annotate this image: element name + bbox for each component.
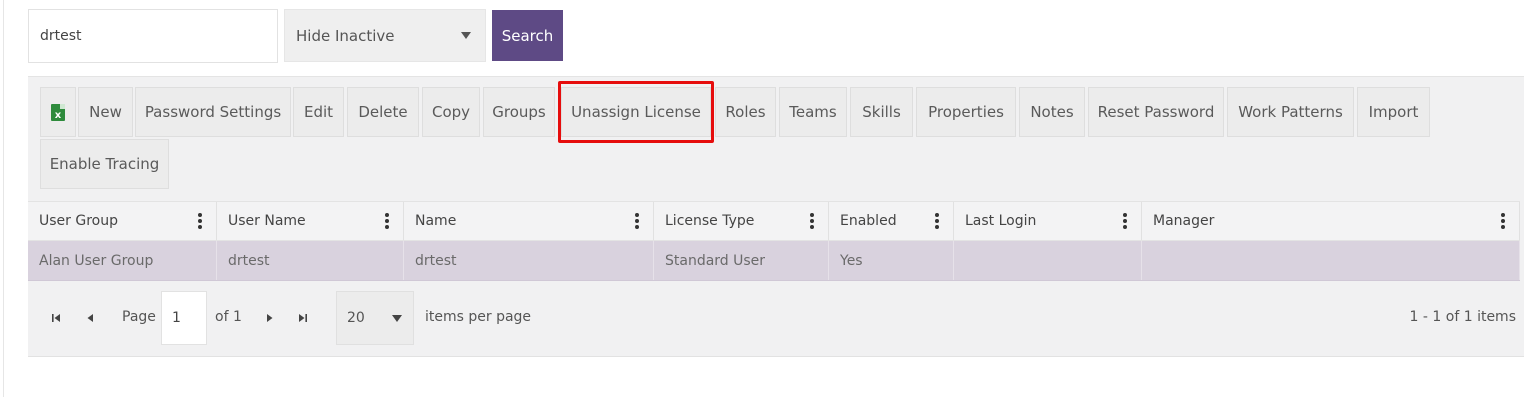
page-count-label: of 1	[215, 309, 242, 325]
edit-button[interactable]: Edit	[293, 87, 344, 137]
copy-button[interactable]: Copy	[422, 87, 480, 137]
column-title: Enabled	[840, 213, 897, 229]
search-button[interactable]: Search	[492, 10, 563, 61]
column-menu-icon[interactable]	[1501, 213, 1505, 229]
page-label: Page	[122, 309, 156, 325]
search-input[interactable]	[28, 9, 278, 63]
previous-page-icon[interactable]	[84, 312, 96, 324]
page-size-value: 20	[347, 310, 365, 326]
column-header-manager[interactable]: Manager	[1142, 202, 1520, 240]
cell-name: drtest	[404, 241, 654, 280]
left-border	[3, 0, 4, 397]
cell-manager	[1142, 241, 1520, 280]
column-menu-icon[interactable]	[385, 213, 389, 229]
chevron-down-icon	[392, 315, 402, 322]
chevron-down-icon	[461, 32, 471, 39]
groups-button[interactable]: Groups	[483, 87, 555, 137]
unassign-license-button[interactable]: Unassign License	[561, 87, 711, 137]
reset-password-button[interactable]: Reset Password	[1088, 87, 1224, 137]
column-menu-icon[interactable]	[810, 213, 814, 229]
skills-button[interactable]: Skills	[850, 87, 913, 137]
cell-enabled: Yes	[829, 241, 954, 280]
password-settings-button[interactable]: Password Settings	[135, 87, 291, 137]
column-title: Name	[415, 213, 457, 229]
grid-pager: Page of 1 20 items per page 1 - 1 of 1 i…	[28, 291, 1520, 345]
excel-icon: x	[51, 103, 65, 121]
cell-license-type: Standard User	[654, 241, 829, 280]
delete-button[interactable]: Delete	[347, 87, 419, 137]
notes-button[interactable]: Notes	[1019, 87, 1085, 137]
column-title: Last Login	[965, 213, 1037, 229]
column-header-user-name[interactable]: User Name	[217, 202, 404, 240]
column-header-last-login[interactable]: Last Login	[954, 202, 1142, 240]
cell-user-group: Alan User Group	[28, 241, 217, 280]
filter-selected-value: Hide Inactive	[296, 26, 395, 45]
cell-last-login	[954, 241, 1142, 280]
column-title: User Group	[39, 213, 118, 229]
column-header-enabled[interactable]: Enabled	[829, 202, 954, 240]
roles-button[interactable]: Roles	[715, 87, 776, 137]
users-grid-panel: x New Password Settings Edit Delete Copy…	[28, 76, 1524, 357]
new-button[interactable]: New	[78, 87, 133, 137]
column-title: User Name	[228, 213, 306, 229]
first-page-icon[interactable]	[50, 312, 62, 324]
column-title: Manager	[1153, 213, 1215, 229]
work-patterns-button[interactable]: Work Patterns	[1227, 87, 1354, 137]
items-summary: 1 - 1 of 1 items	[1409, 309, 1516, 325]
items-per-page-label: items per page	[425, 309, 532, 325]
column-menu-icon[interactable]	[198, 213, 202, 229]
column-menu-icon[interactable]	[1123, 213, 1127, 229]
export-excel-button[interactable]: x	[40, 87, 76, 137]
teams-button[interactable]: Teams	[779, 87, 847, 137]
column-menu-icon[interactable]	[635, 213, 639, 229]
page-number-input[interactable]	[161, 291, 207, 345]
properties-button[interactable]: Properties	[916, 87, 1016, 137]
last-page-icon[interactable]	[297, 312, 309, 324]
import-button[interactable]: Import	[1357, 87, 1430, 137]
table-row[interactable]: Alan User Group drtest drtest Standard U…	[28, 241, 1520, 281]
column-header-user-group[interactable]: User Group	[28, 202, 217, 240]
column-header-license-type[interactable]: License Type	[654, 202, 829, 240]
page-size-select[interactable]: 20	[336, 291, 414, 345]
status-filter-select[interactable]: Hide Inactive	[284, 9, 486, 62]
column-menu-icon[interactable]	[935, 213, 939, 229]
cell-user-name: drtest	[217, 241, 404, 280]
column-header-name[interactable]: Name	[404, 202, 654, 240]
enable-tracing-button[interactable]: Enable Tracing	[40, 139, 169, 189]
next-page-icon[interactable]	[264, 312, 276, 324]
column-title: License Type	[665, 213, 755, 229]
grid-header: User Group User Name Name License Type E…	[28, 201, 1520, 241]
